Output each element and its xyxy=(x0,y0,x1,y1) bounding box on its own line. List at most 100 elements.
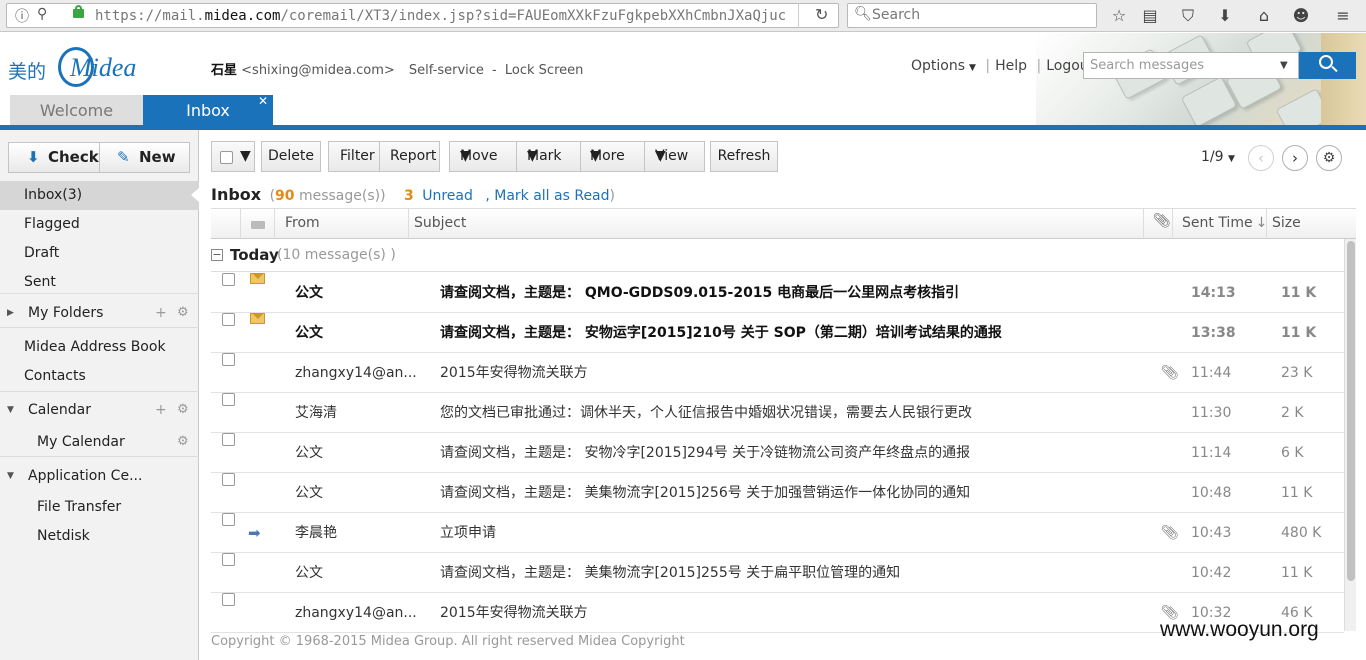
menu-icon[interactable]: ≡ xyxy=(1333,6,1353,26)
table-row[interactable]: 公文 请查阅文档，主题是： 安物运字[2015]210号 关于 SOP（第二期）培… xyxy=(211,313,1344,353)
sidebar-item-my-folders[interactable]: ▶ My Folders + ⚙ xyxy=(0,299,199,327)
sent-time-column-header[interactable]: Sent Time ↓ xyxy=(1182,208,1267,239)
table-row[interactable]: 公文 请查阅文档，主题是： 美集物流字[2015]256号 关于加强营销运作一体化… xyxy=(211,473,1344,513)
table-row[interactable]: 公文 请查阅文档，主题是： QMO-GDDS09.015-2015 电商最后一公里… xyxy=(211,273,1344,313)
next-page-button[interactable]: › xyxy=(1282,145,1308,171)
report-button[interactable]: Report xyxy=(390,142,436,171)
permissions-icon[interactable]: ⚲ xyxy=(37,6,47,22)
from-column-header[interactable]: From xyxy=(285,208,320,239)
folder-settings-icon[interactable]: ⚙ xyxy=(177,299,189,327)
browser-toolbar: ⓘ ⚲ https://mail.midea.com/coremail/XT3/… xyxy=(0,0,1366,32)
collapse-group-icon[interactable]: − xyxy=(211,249,223,261)
self-service-link[interactable]: Self-service xyxy=(409,63,484,78)
scrollbar-thumb[interactable] xyxy=(1347,241,1355,581)
sidebar-item-draft[interactable]: Draft xyxy=(0,239,199,267)
sidebar-item-flagged[interactable]: Flagged xyxy=(0,210,199,238)
sidebar-item-my-calendar[interactable]: My Calendar ⚙ xyxy=(0,428,199,456)
search-dropdown-icon[interactable]: ▼ xyxy=(1280,60,1288,71)
row-checkbox[interactable] xyxy=(222,593,235,606)
options-caret-icon[interactable]: ▼ xyxy=(969,63,976,73)
table-row[interactable]: 艾海清 您的文档已审批通过：调休半天，个人征信报告中婚姻状况错误，需要去人民银行更… xyxy=(211,393,1344,433)
refresh-button[interactable]: Refresh xyxy=(710,141,778,172)
list-settings-button[interactable]: ⚙ xyxy=(1316,145,1342,171)
table-row[interactable]: ➡ 李晨艳 立项申请 📎︎ 10:43 480 K xyxy=(211,513,1344,553)
mark-all-read-link[interactable]: , Mark all as Read xyxy=(485,188,609,204)
add-folder-icon[interactable]: + xyxy=(155,299,167,327)
pocket-icon[interactable]: ⛉ xyxy=(1178,6,1198,26)
bookmark-star-icon[interactable]: ☆ xyxy=(1109,6,1129,26)
identity-icon[interactable]: ⓘ xyxy=(15,6,29,26)
list-scrollbar[interactable] xyxy=(1344,239,1356,631)
row-checkbox[interactable] xyxy=(222,433,235,446)
delete-button[interactable]: Delete xyxy=(261,141,321,172)
row-checkbox[interactable] xyxy=(222,513,235,526)
select-all-checkbox[interactable] xyxy=(220,151,233,164)
options-menu[interactable]: Options xyxy=(911,58,965,74)
mark-caret-icon: ▼ xyxy=(527,148,538,164)
lock-screen-link[interactable]: Lock Screen xyxy=(505,63,583,78)
row-size: 480 K xyxy=(1281,525,1322,541)
size-column-header[interactable]: Size xyxy=(1272,208,1301,239)
add-calendar-icon[interactable]: + xyxy=(155,396,167,424)
reading-list-icon[interactable]: ▤ xyxy=(1140,6,1160,26)
row-subject: 立项申请 xyxy=(440,525,496,541)
row-checkbox[interactable] xyxy=(222,353,235,366)
prev-page-button[interactable]: ‹ xyxy=(1248,145,1274,171)
collapse-icon[interactable]: ▼ xyxy=(7,396,14,424)
row-checkbox[interactable] xyxy=(222,313,235,326)
sidebar-item-file-transfer[interactable]: File Transfer xyxy=(0,493,199,521)
filter-button[interactable]: Filter xyxy=(340,142,375,171)
user-name: 石星 xyxy=(211,63,238,78)
collapse-icon[interactable]: ▼ xyxy=(7,462,14,490)
sidebar-item-application-center[interactable]: ▼ Application Ce... xyxy=(0,462,199,490)
attachment-column-header[interactable]: 📎︎ xyxy=(1143,208,1173,239)
check-button[interactable]: ⬇ Check xyxy=(9,143,99,172)
home-icon[interactable]: ⌂ xyxy=(1254,6,1274,26)
user-email: <shixing@midea.com> xyxy=(241,63,395,78)
address-bar[interactable]: ⓘ ⚲ https://mail.midea.com/coremail/XT3/… xyxy=(6,3,839,28)
page-selector[interactable]: 1/9 ▼ xyxy=(1201,149,1235,165)
table-row[interactable]: 公文 请查阅文档，主题是： 美集物流字[2015]255号 关于扁平职位管理的通知… xyxy=(211,553,1344,593)
header-decoration xyxy=(1036,33,1366,127)
chat-icon[interactable]: ☻ xyxy=(1291,6,1311,26)
expand-icon[interactable]: ▶ xyxy=(7,299,14,327)
unread-count: 3 xyxy=(404,188,414,204)
browser-search-box[interactable]: 🔍︎ Search xyxy=(847,3,1097,28)
select-caret-icon[interactable]: ▼ xyxy=(240,142,251,171)
row-from: 李晨艳 xyxy=(295,525,337,541)
table-row[interactable]: 公文 请查阅文档，主题是： 安物冷字[2015]294号 关于冷链物流公司资产年终… xyxy=(211,433,1344,473)
envelope-column-icon xyxy=(251,221,265,229)
sidebar-item-address-book[interactable]: Midea Address Book xyxy=(0,333,199,361)
sidebar-item-contacts[interactable]: Contacts xyxy=(0,362,199,390)
reload-icon[interactable]: ↻ xyxy=(815,5,828,24)
row-checkbox[interactable] xyxy=(222,273,235,286)
row-checkbox[interactable] xyxy=(222,473,235,486)
row-checkbox[interactable] xyxy=(222,393,235,406)
type-column-header[interactable] xyxy=(240,208,275,239)
message-search-placeholder: Search messages xyxy=(1090,58,1204,73)
sidebar-item-sent[interactable]: Sent xyxy=(0,268,199,296)
select-all-dropdown[interactable]: ▼ xyxy=(211,141,255,172)
row-time: 11:14 xyxy=(1191,445,1232,461)
close-tab-icon[interactable]: ✕ xyxy=(258,86,268,117)
calendar-settings-icon[interactable]: ⚙ xyxy=(177,396,189,424)
subject-column-header[interactable]: Subject xyxy=(414,208,466,239)
logo-en: Midea xyxy=(70,53,137,82)
message-search-button[interactable] xyxy=(1299,52,1356,79)
tab-inbox[interactable]: Inbox ✕ xyxy=(143,94,273,126)
sidebar-item-calendar[interactable]: ▼ Calendar + ⚙ xyxy=(0,396,199,424)
row-size: 23 K xyxy=(1281,365,1313,381)
new-button[interactable]: ✎ New xyxy=(100,143,190,172)
browser-search-placeholder: Search xyxy=(872,7,921,23)
help-link[interactable]: Help xyxy=(995,58,1027,74)
unread-link[interactable]: Unread xyxy=(422,188,473,204)
message-search-input[interactable]: Search messages ▼ xyxy=(1083,52,1299,79)
sidebar-item-inbox[interactable]: Inbox(3) xyxy=(0,181,199,210)
my-calendar-settings-icon[interactable]: ⚙ xyxy=(177,428,189,456)
sidebar-item-netdisk[interactable]: Netdisk xyxy=(0,522,199,550)
url-text[interactable]: https://mail.midea.com/coremail/XT3/inde… xyxy=(95,8,786,24)
downloads-icon[interactable]: ⬇ xyxy=(1215,6,1235,26)
table-row[interactable]: zhangxy14@an... 2015年安得物流关联方 📎︎ 11:44 23 K xyxy=(211,353,1344,393)
row-checkbox[interactable] xyxy=(222,553,235,566)
tab-welcome[interactable]: Welcome xyxy=(10,95,143,126)
